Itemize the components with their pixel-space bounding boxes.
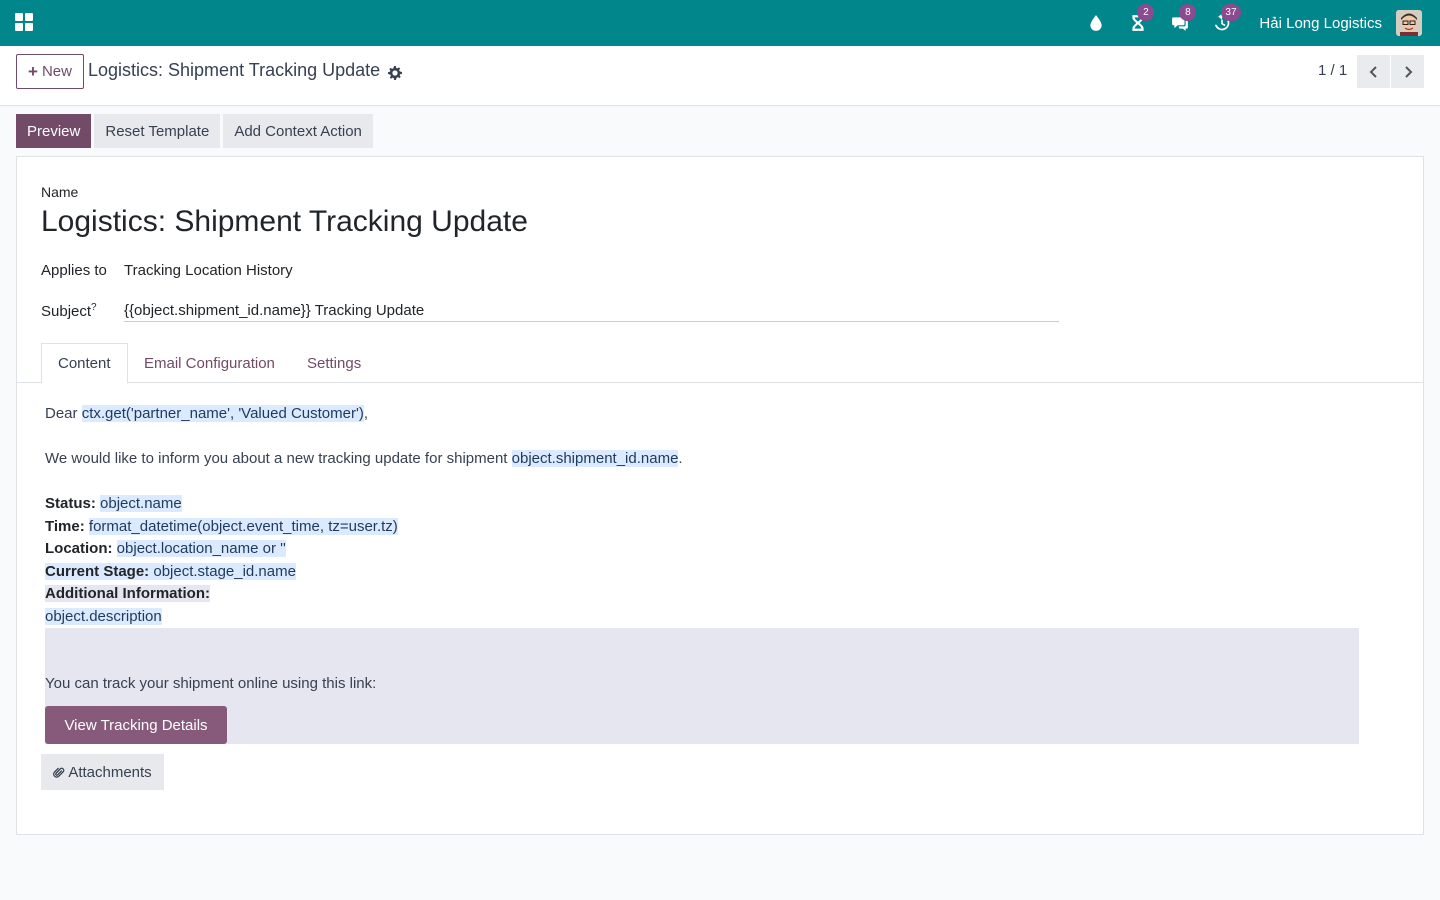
apps-menu-icon[interactable]	[15, 13, 33, 31]
subject-row: Subject? {{object.shipment_id.name}} Tra…	[41, 302, 1059, 322]
breadcrumb-title: Logistics: Shipment Tracking Update	[88, 60, 381, 80]
help-tooltip-icon[interactable]: ?	[91, 302, 97, 313]
shipment-placeholder[interactable]: object.shipment_id.name	[511, 450, 679, 467]
attachments-button[interactable]: Attachments	[41, 754, 164, 790]
form-header-buttons: Preview Reset Template Add Context Actio…	[16, 114, 373, 148]
inform-line: We would like to inform you about a new …	[45, 450, 683, 467]
reset-template-button[interactable]: Reset Template	[94, 114, 221, 148]
name-field[interactable]: Logistics: Shipment Tracking Update	[41, 205, 528, 239]
new-button-label: New	[41, 63, 72, 80]
stage-line: Current Stage: object.stage_id.name	[45, 562, 296, 580]
preview-button[interactable]: Preview	[16, 114, 92, 148]
gear-icon[interactable]	[388, 64, 403, 80]
greeting-line: Dear ctx.get('partner_name', 'Valued Cus…	[45, 405, 368, 422]
applies-to-row: Applies to Tracking Location History	[41, 262, 293, 279]
stage-placeholder[interactable]: object.stage_id.name	[153, 563, 296, 580]
company-switcher[interactable]: Hải Long Logistics	[1259, 15, 1382, 32]
top-navbar: 2 8 37 Hải Long Logistics	[0, 0, 1440, 46]
body-html-editor[interactable]: Dear ctx.get('partner_name', 'Valued Cus…	[45, 403, 1365, 628]
description-line: object.description	[45, 606, 1365, 629]
messages-badge: 8	[1179, 4, 1197, 21]
form-sheet: Name Logistics: Shipment Tracking Update…	[16, 156, 1424, 835]
applies-to-label: Applies to	[41, 262, 107, 279]
notebook-tabs: Content Email Configuration Settings	[17, 343, 1423, 384]
track-text: You can track your shipment online using…	[45, 675, 377, 692]
description-placeholder[interactable]: object.description	[45, 607, 162, 625]
tab-content[interactable]: Content	[41, 343, 128, 384]
paperclip-icon	[53, 767, 65, 778]
pager-next-button[interactable]	[1391, 55, 1424, 88]
additional-line: Additional Information:	[45, 585, 210, 602]
time-placeholder[interactable]: format_datetime(object.event_time, tz=us…	[88, 517, 398, 535]
tab-email-configuration[interactable]: Email Configuration	[128, 343, 291, 383]
user-avatar[interactable]	[1396, 10, 1422, 36]
add-context-action-button[interactable]: Add Context Action	[223, 114, 373, 148]
updates-clock-icon[interactable]: 37	[1211, 4, 1241, 34]
chevron-left-icon	[1369, 65, 1377, 78]
attachments-label: Attachments	[68, 763, 152, 781]
activities-hourglass-icon[interactable]: 2	[1127, 4, 1155, 34]
chevron-right-icon	[1404, 65, 1412, 78]
tab-settings[interactable]: Settings	[291, 343, 377, 383]
plus-icon: +	[28, 62, 38, 81]
status-placeholder[interactable]: object.name	[100, 495, 182, 512]
systray: 2 8 37 Hải Long Logistics	[1065, 0, 1440, 46]
pager-value[interactable]: 1 / 1	[1318, 62, 1347, 79]
location-placeholder[interactable]: object.location_name or ''	[116, 540, 286, 557]
subject-input[interactable]: {{object.shipment_id.name}} Tracking Upd…	[124, 302, 1059, 322]
activities-badge: 2	[1137, 4, 1155, 21]
subject-label: Subject?	[41, 302, 97, 320]
status-line: Status: object.name	[45, 495, 182, 512]
breadcrumb: Logistics: Shipment Tracking Update	[88, 60, 403, 81]
messages-chat-icon[interactable]: 8	[1169, 4, 1197, 34]
location-line: Location: object.location_name or ''	[45, 540, 286, 557]
pager-previous-button[interactable]	[1357, 55, 1390, 88]
new-button[interactable]: + New	[16, 54, 84, 89]
updates-badge: 37	[1221, 4, 1241, 21]
applies-to-value[interactable]: Tracking Location History	[124, 262, 293, 279]
view-tracking-details-button[interactable]: View Tracking Details	[45, 706, 227, 744]
time-line: Time: format_datetime(object.event_time,…	[45, 517, 398, 535]
partner-placeholder[interactable]: ctx.get('partner_name', 'Valued Customer…	[81, 405, 364, 422]
drop-icon[interactable]	[1085, 12, 1107, 34]
name-label: Name	[41, 184, 79, 200]
control-panel: + New Logistics: Shipment Tracking Updat…	[0, 46, 1440, 106]
